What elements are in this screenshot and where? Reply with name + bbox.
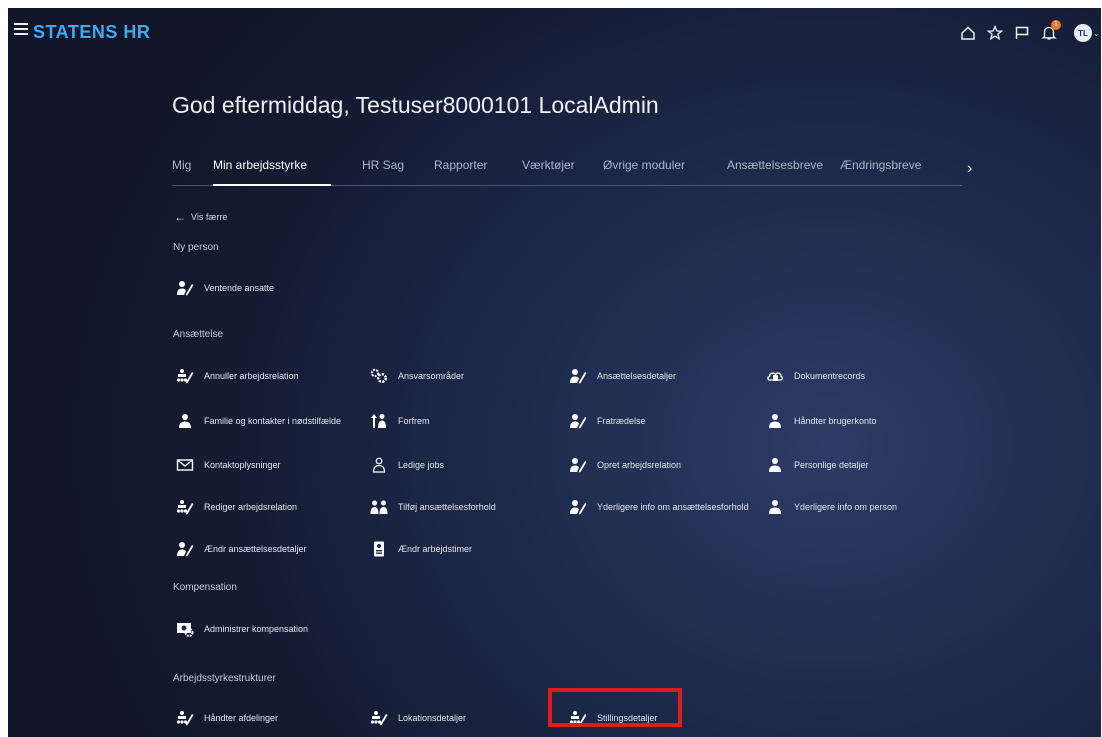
person-edit-icon xyxy=(569,368,587,384)
section-title-arbejdsstyrkestrukturer: Arbejdsstyrkestrukturer xyxy=(173,673,276,684)
person-edit-icon xyxy=(176,541,194,557)
document-cloud-icon xyxy=(766,368,784,384)
person-edit-icon xyxy=(569,413,587,429)
item-fratraedelse[interactable]: Fratrædelse xyxy=(569,411,646,431)
badge-clock-icon xyxy=(370,541,388,557)
tab-min-arbejdsstyrke[interactable]: Min arbejdsstyrke xyxy=(213,158,331,186)
envelope-icon xyxy=(176,457,194,473)
item-forfrem[interactable]: Forfrem xyxy=(370,411,430,431)
item-haandter-brugerkonto[interactable]: Håndter brugerkonto xyxy=(766,411,877,431)
notification-badge: 1 xyxy=(1051,20,1061,30)
item-aendr-arbejdstimer[interactable]: Ændr arbejdstimer xyxy=(370,539,472,559)
tab-hr-sag[interactable]: HR Sag xyxy=(362,158,404,186)
show-less-link[interactable]: ← Vis færre xyxy=(174,210,227,224)
org-edit-icon xyxy=(176,710,194,726)
item-aendr-ansaettelsesdetaljer[interactable]: Ændr ansættelsesdetaljer xyxy=(176,539,307,559)
arrow-left-icon: ← xyxy=(174,210,186,224)
org-edit-icon xyxy=(176,499,194,515)
chevron-down-icon[interactable]: ⌄ xyxy=(1093,29,1101,38)
person-icon xyxy=(766,413,784,429)
header-actions: 1 TL ⌄ xyxy=(950,20,1101,44)
item-ledige-jobs[interactable]: Ledige jobs xyxy=(370,455,444,475)
greeting-title: God eftermiddag, Testuser8000101 LocalAd… xyxy=(172,92,659,118)
top-bar: STATENS HR 1 TL ⌄ xyxy=(8,8,1101,58)
item-ansaettelsesdetaljer[interactable]: Ansættelsesdetaljer xyxy=(569,366,676,386)
person-icon xyxy=(766,457,784,473)
item-opret-arbejdsrelation[interactable]: Opret arbejdsrelation xyxy=(569,455,681,475)
org-edit-icon xyxy=(370,710,388,726)
item-rediger-arbejdsrelation[interactable]: Rediger arbejdsrelation xyxy=(176,497,297,517)
star-icon[interactable] xyxy=(986,24,1004,42)
tab-ansaettelsesbreve[interactable]: Ansættelsesbreve xyxy=(727,158,823,186)
item-ansvarsomraader[interactable]: Ansvarsområder xyxy=(370,366,464,386)
highlight-box xyxy=(548,688,682,727)
org-edit-icon xyxy=(176,368,194,384)
section-title-ny-person: Ny person xyxy=(173,242,219,253)
people-add-icon xyxy=(370,499,388,515)
item-annuller-arbejdsrelation[interactable]: Annuller arbejdsrelation xyxy=(176,366,299,386)
promote-icon xyxy=(370,413,388,429)
bell-icon[interactable]: 1 xyxy=(1040,20,1061,42)
person-edit-icon xyxy=(569,499,587,515)
item-yderligere-info-person[interactable]: Yderligere info om person xyxy=(766,497,897,517)
tab-aendringsbreve[interactable]: Ændringsbreve xyxy=(840,158,921,186)
gears-icon xyxy=(370,368,388,384)
item-personlige-detaljer[interactable]: Personlige detaljer xyxy=(766,455,869,475)
person-icon xyxy=(766,499,784,515)
tab-oevrige-moduler[interactable]: Øvrige moduler xyxy=(603,158,685,186)
person-icon xyxy=(176,413,194,429)
chevron-right-icon[interactable]: › xyxy=(967,160,972,178)
item-yderligere-info-ansaettelsesforhold[interactable]: Yderligere info om ansættelsesforhold xyxy=(569,497,749,517)
flag-icon[interactable] xyxy=(1013,24,1031,42)
avatar[interactable]: TL xyxy=(1074,24,1092,42)
section-title-kompensation: Kompensation xyxy=(173,582,237,593)
app-window: STATENS HR 1 TL ⌄ God eftermiddag, Testu… xyxy=(8,8,1101,737)
tab-rapporter[interactable]: Rapporter xyxy=(434,158,487,186)
item-haandter-afdelinger[interactable]: Håndter afdelinger xyxy=(176,708,278,728)
person-edit-icon xyxy=(176,280,194,296)
item-ventende-ansatte[interactable]: Ventende ansatte xyxy=(176,278,274,298)
home-icon[interactable] xyxy=(959,24,977,42)
show-less-label: Vis færre xyxy=(191,212,228,222)
item-dokumentrecords[interactable]: Dokumentrecords xyxy=(766,366,865,386)
item-lokationsdetaljer[interactable]: Lokationsdetaljer xyxy=(370,708,466,728)
section-title-ansaettelse: Ansættelse xyxy=(173,329,224,340)
tab-mig[interactable]: Mig xyxy=(172,158,191,186)
tab-vaerktoejer[interactable]: Værktøjer xyxy=(522,158,575,186)
tab-bar: Mig Min arbejdsstyrke HR Sag Rapporter V… xyxy=(172,158,962,186)
item-tilfoej-ansaettelsesforhold[interactable]: Tilføj ansættelsesforhold xyxy=(370,497,496,517)
item-kontaktoplysninger[interactable]: Kontaktoplysninger xyxy=(176,455,281,475)
item-familie-og-kontakter[interactable]: Familie og kontakter i nødstilfælde xyxy=(176,411,341,431)
item-administrer-kompensation[interactable]: Administrer kompensation xyxy=(176,619,308,639)
brand-logo[interactable]: STATENS HR xyxy=(33,22,150,43)
menu-icon[interactable] xyxy=(14,23,28,35)
person-edit-icon xyxy=(569,457,587,473)
money-gear-icon xyxy=(176,621,194,637)
person-outline-icon xyxy=(370,457,388,473)
